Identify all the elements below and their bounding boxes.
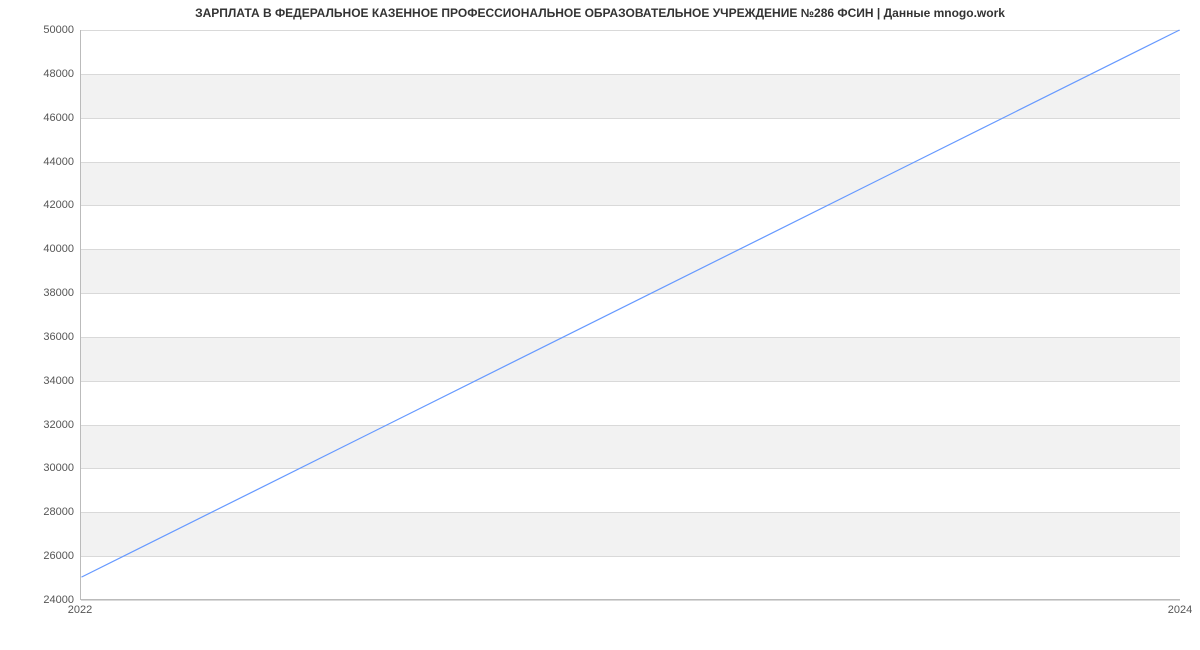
x-tick-label: 2024 (1168, 604, 1192, 616)
y-tick-label: 34000 (14, 375, 74, 387)
y-tick-label: 24000 (14, 594, 74, 606)
y-tick-label: 36000 (14, 331, 74, 343)
y-gridline (81, 600, 1180, 601)
y-tick-label: 26000 (14, 550, 74, 562)
y-tick-label: 48000 (14, 68, 74, 80)
y-tick-label: 28000 (14, 506, 74, 518)
x-tick-label: 2022 (68, 604, 92, 616)
series-line (81, 30, 1179, 577)
plot-area (80, 30, 1180, 600)
y-tick-label: 50000 (14, 24, 74, 36)
chart-title: ЗАРПЛАТА В ФЕДЕРАЛЬНОЕ КАЗЕННОЕ ПРОФЕССИ… (0, 6, 1200, 20)
y-tick-label: 42000 (14, 199, 74, 211)
chart-container: ЗАРПЛАТА В ФЕДЕРАЛЬНОЕ КАЗЕННОЕ ПРОФЕССИ… (0, 0, 1200, 650)
y-tick-label: 30000 (14, 462, 74, 474)
y-tick-label: 40000 (14, 243, 74, 255)
y-tick-label: 32000 (14, 419, 74, 431)
chart-svg (81, 30, 1180, 599)
y-tick-label: 44000 (14, 156, 74, 168)
y-tick-label: 46000 (14, 112, 74, 124)
y-tick-label: 38000 (14, 287, 74, 299)
